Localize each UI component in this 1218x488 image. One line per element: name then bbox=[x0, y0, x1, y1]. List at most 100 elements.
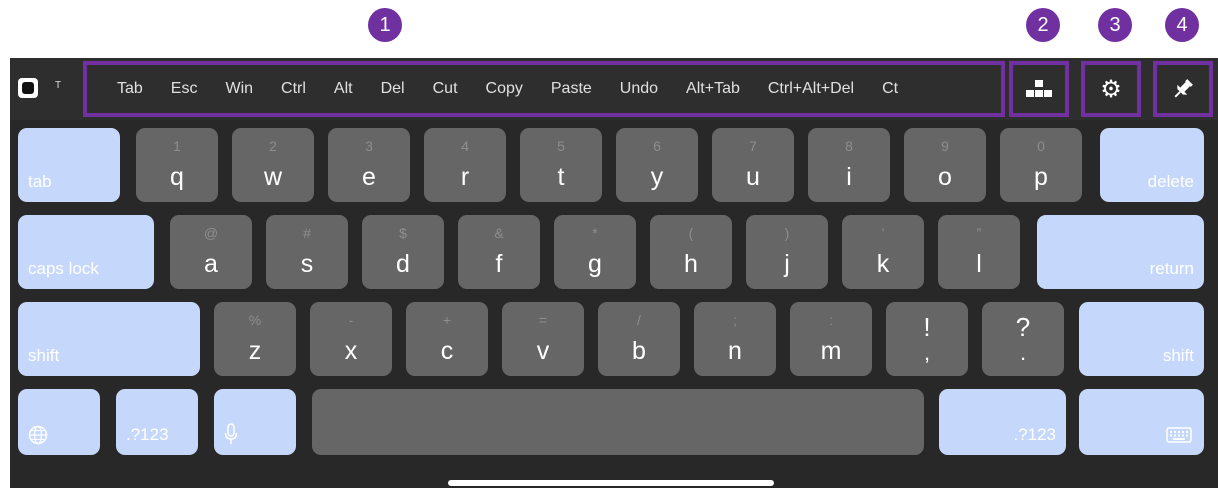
key-o-alt: 9 bbox=[941, 138, 949, 154]
key-k-alt: ’ bbox=[881, 225, 885, 241]
key-question-period[interactable]: ? . bbox=[982, 302, 1064, 376]
keyboard-toolbar: T Tab Esc Win Ctrl Alt Del Cut Copy Past… bbox=[10, 58, 1218, 120]
dictation-key[interactable] bbox=[214, 389, 296, 455]
key-i[interactable]: 8i bbox=[808, 128, 890, 202]
hide-keyboard-key[interactable] bbox=[1079, 389, 1204, 455]
key-o[interactable]: 9o bbox=[904, 128, 986, 202]
key-h-label: h bbox=[684, 250, 698, 278]
shortcut-esc[interactable]: Esc bbox=[171, 80, 198, 98]
key-q[interactable]: 1q bbox=[136, 128, 218, 202]
shortcut-ctrl-alt-del[interactable]: Ctrl+Alt+Del bbox=[768, 80, 854, 98]
key-r[interactable]: 4r bbox=[424, 128, 506, 202]
shortcut-win[interactable]: Win bbox=[225, 80, 253, 98]
key-h-alt: ( bbox=[688, 225, 694, 241]
key-t[interactable]: 5t bbox=[520, 128, 602, 202]
annotation-badge-4: 4 bbox=[1165, 8, 1199, 42]
key-c-alt: + bbox=[442, 312, 452, 328]
key-w[interactable]: 2w bbox=[232, 128, 314, 202]
key-i-label: i bbox=[846, 163, 852, 191]
key-j-label: j bbox=[784, 250, 790, 278]
shortcut-undo[interactable]: Undo bbox=[620, 80, 658, 98]
key-a[interactable]: @ a bbox=[170, 215, 252, 289]
key-m-label: m bbox=[820, 337, 842, 365]
space-bar[interactable] bbox=[312, 389, 924, 455]
key-period-label: . bbox=[1019, 340, 1027, 365]
key-exclaim-comma[interactable]: ! , bbox=[886, 302, 968, 376]
key-d[interactable]: $ d bbox=[362, 215, 444, 289]
return-key[interactable]: return bbox=[1037, 215, 1204, 289]
shortcut-ctrl-partial[interactable]: Ct bbox=[882, 80, 898, 98]
key-c-label: c bbox=[440, 337, 454, 365]
key-h[interactable]: (h bbox=[650, 215, 732, 289]
key-e[interactable]: 3e bbox=[328, 128, 410, 202]
shortcut-ctrl[interactable]: Ctrl bbox=[281, 80, 306, 98]
key-m[interactable]: :m bbox=[790, 302, 872, 376]
key-t-alt: 5 bbox=[557, 138, 565, 154]
shortcut-copy[interactable]: Copy bbox=[486, 80, 523, 98]
gear-icon: ⚙ bbox=[1100, 75, 1122, 103]
shortcut-alt[interactable]: Alt bbox=[334, 80, 353, 98]
shortcut-del[interactable]: Del bbox=[381, 80, 405, 98]
key-k[interactable]: ’ k bbox=[842, 215, 924, 289]
pin-button[interactable] bbox=[1153, 61, 1213, 117]
key-s[interactable]: # s bbox=[266, 215, 348, 289]
shortcut-paste[interactable]: Paste bbox=[551, 80, 592, 98]
key-a-alt: @ bbox=[203, 225, 219, 241]
key-n[interactable]: ; n bbox=[694, 302, 776, 376]
numbers-left-key[interactable]: .?123 bbox=[116, 389, 198, 455]
annotation-badge-1: 1 bbox=[368, 8, 402, 42]
delete-key[interactable]: delete bbox=[1100, 128, 1204, 202]
shortcut-tab[interactable]: Tab bbox=[117, 80, 143, 98]
numbers-right-key-label: .?123 bbox=[1013, 425, 1056, 444]
key-p[interactable]: 0p bbox=[1000, 128, 1082, 202]
shift-left-key[interactable]: shift bbox=[18, 302, 200, 376]
key-b-alt: / bbox=[637, 312, 641, 328]
key-i-alt: 8 bbox=[845, 138, 853, 154]
globe-key[interactable] bbox=[18, 389, 100, 455]
key-m-alt: : bbox=[829, 312, 833, 328]
key-b[interactable]: / b bbox=[598, 302, 680, 376]
key-v-label: v bbox=[536, 337, 550, 365]
key-y[interactable]: 6y bbox=[616, 128, 698, 202]
shift-right-key[interactable]: shift bbox=[1079, 302, 1204, 376]
key-x[interactable]: -x bbox=[310, 302, 392, 376]
key-q-label: q bbox=[170, 163, 184, 191]
key-o-label: o bbox=[938, 163, 952, 191]
key-c[interactable]: + c bbox=[406, 302, 488, 376]
key-v-alt: = bbox=[538, 312, 548, 328]
tab-key-label: tab bbox=[28, 172, 52, 191]
key-g-alt: * bbox=[592, 225, 598, 241]
shortcut-alt-tab[interactable]: Alt+Tab bbox=[686, 80, 740, 98]
key-s-label: s bbox=[300, 250, 314, 278]
key-f[interactable]: & f bbox=[458, 215, 540, 289]
key-z[interactable]: % z bbox=[214, 302, 296, 376]
key-w-label: w bbox=[263, 163, 283, 191]
keyboard-switch-button[interactable] bbox=[18, 78, 38, 98]
key-a-label: a bbox=[204, 250, 218, 278]
key-l[interactable]: ” l bbox=[938, 215, 1020, 289]
key-f-label: f bbox=[495, 250, 503, 278]
shortcut-cut[interactable]: Cut bbox=[433, 80, 458, 98]
key-v[interactable]: = v bbox=[502, 302, 584, 376]
layout-button[interactable] bbox=[1009, 61, 1069, 117]
shift-left-key-label: shift bbox=[28, 346, 60, 365]
shortcut-bar: Tab Esc Win Ctrl Alt Del Cut Copy Paste … bbox=[83, 61, 1005, 117]
key-u-alt: 7 bbox=[749, 138, 757, 154]
key-y-label: y bbox=[650, 163, 664, 191]
key-b-label: b bbox=[632, 337, 646, 365]
key-j[interactable]: ) j bbox=[746, 215, 828, 289]
key-question-label: ? bbox=[1015, 312, 1031, 342]
tab-key[interactable]: tab bbox=[18, 128, 120, 202]
numbers-left-key-label: .?123 bbox=[126, 425, 169, 444]
caps-lock-key[interactable]: caps lock bbox=[18, 215, 154, 289]
onscreen-keyboard: T Tab Esc Win Ctrl Alt Del Cut Copy Past… bbox=[10, 58, 1218, 460]
numbers-right-key[interactable]: .?123 bbox=[939, 389, 1066, 455]
delete-key-label: delete bbox=[1147, 172, 1194, 191]
key-z-alt: % bbox=[248, 312, 262, 328]
key-u[interactable]: 7u bbox=[712, 128, 794, 202]
home-indicator[interactable] bbox=[448, 480, 774, 486]
settings-button[interactable]: ⚙ bbox=[1081, 61, 1141, 117]
caps-lock-key-label: caps lock bbox=[28, 259, 99, 278]
key-g[interactable]: * g bbox=[554, 215, 636, 289]
key-q-alt: 1 bbox=[173, 138, 181, 154]
